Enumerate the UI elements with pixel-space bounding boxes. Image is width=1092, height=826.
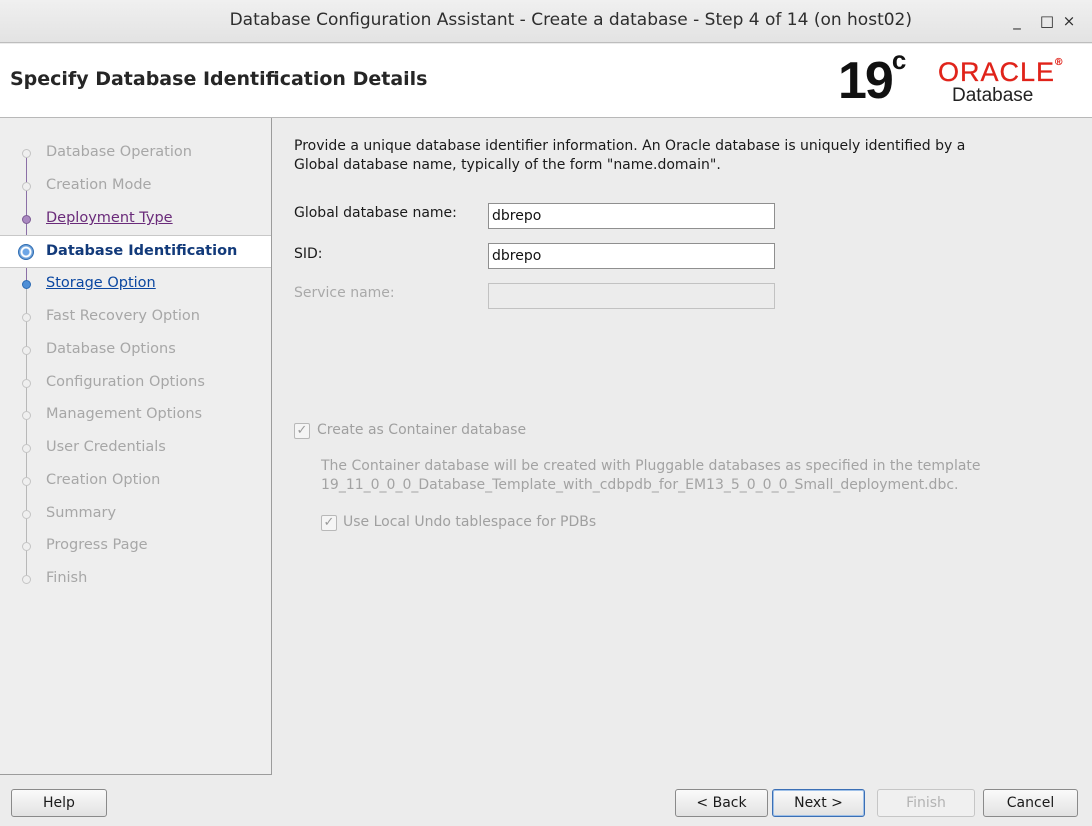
step-database-options: Database Options — [0, 334, 271, 366]
close-icon[interactable]: × — [1058, 10, 1080, 32]
cancel-button[interactable]: Cancel — [983, 789, 1078, 817]
step-label: User Credentials — [46, 439, 166, 455]
step-dot-icon — [22, 149, 31, 158]
step-deployment-type[interactable]: Deployment Type — [0, 203, 271, 235]
step-dot-icon — [22, 182, 31, 191]
step-dot-icon — [22, 346, 31, 355]
step-storage-option[interactable]: Storage Option — [0, 268, 271, 300]
local-undo-label[interactable]: Use Local Undo tablespace for PDBs — [343, 514, 596, 530]
window-titlebar: Database Configuration Assistant - Creat… — [0, 0, 1092, 43]
wizard-footer: Help < Back Next > Finish Cancel — [0, 775, 1092, 826]
step-dot-icon — [22, 411, 31, 420]
help-button[interactable]: Help — [11, 789, 107, 817]
logo-version: 19c — [838, 45, 906, 110]
step-label[interactable]: Storage Option — [46, 275, 156, 291]
main-content: Provide a unique database identifier inf… — [273, 118, 1092, 775]
intro-text: Provide a unique database identifier inf… — [294, 137, 1074, 175]
step-dot-icon — [22, 280, 31, 289]
global-db-name-label: Global database name: — [294, 205, 457, 221]
step-label: Configuration Options — [46, 374, 205, 390]
create-container-checkbox[interactable]: ✓ — [294, 423, 310, 439]
step-label: Progress Page — [46, 537, 148, 553]
step-label: Finish — [46, 570, 88, 586]
step-dot-icon — [22, 313, 31, 322]
step-label: Management Options — [46, 406, 203, 422]
page-header: Specify Database Identification Details … — [0, 44, 1092, 118]
step-finish: Finish — [0, 563, 271, 595]
step-progress-page: Progress Page — [0, 530, 271, 562]
sid-input[interactable] — [488, 243, 775, 269]
local-undo-checkbox[interactable]: ✓ — [321, 515, 337, 531]
step-label: Creation Mode — [46, 177, 152, 193]
service-name-input — [488, 283, 775, 309]
next-button[interactable]: Next > — [772, 789, 865, 817]
step-label: Fast Recovery Option — [46, 308, 200, 324]
global-db-name-input[interactable] — [488, 203, 775, 229]
container-note-line-1: The Container database will be created w… — [321, 458, 981, 474]
step-label: Database Options — [46, 341, 176, 357]
step-dot-icon — [22, 542, 31, 551]
step-creation-mode: Creation Mode — [0, 170, 271, 202]
step-creation-option: Creation Option — [0, 465, 271, 497]
step-dot-icon — [22, 575, 31, 584]
finish-button: Finish — [877, 789, 975, 817]
step-dot-icon — [22, 510, 31, 519]
container-note-line-2: 19_11_0_0_0_Database_Template_with_cdbpd… — [321, 477, 959, 493]
step-configuration-options: Configuration Options — [0, 367, 271, 399]
intro-line-1: Provide a unique database identifier inf… — [294, 138, 966, 154]
page-title: Specify Database Identification Details — [10, 68, 428, 90]
step-label: Summary — [46, 505, 117, 521]
step-label: Creation Option — [46, 472, 161, 488]
step-database-operation: Database Operation — [0, 137, 271, 169]
step-fast-recovery-option: Fast Recovery Option — [0, 301, 271, 333]
maximize-icon[interactable]: □ — [1036, 10, 1058, 32]
step-user-credentials: User Credentials — [0, 432, 271, 464]
oracle-19c-logo: 19c ORACLE® Database — [818, 45, 1078, 111]
step-management-options: Management Options — [0, 399, 271, 431]
minimize-icon[interactable]: _ — [1006, 10, 1028, 32]
logo-product: Database — [952, 85, 1034, 106]
step-dot-icon — [22, 379, 31, 388]
window-title: Database Configuration Assistant - Creat… — [229, 10, 912, 30]
intro-line-2: Global database name, typically of the f… — [294, 157, 721, 173]
step-label: Database Operation — [46, 144, 192, 160]
steps-sidebar: Database Operation Creation Mode Deploym… — [0, 118, 272, 775]
step-database-identification: Database Identification — [0, 235, 271, 268]
container-note: The Container database will be created w… — [321, 457, 1081, 495]
back-button[interactable]: < Back — [675, 789, 768, 817]
step-dot-icon — [22, 477, 31, 486]
step-summary: Summary — [0, 498, 271, 530]
sid-label: SID: — [294, 246, 323, 262]
step-label[interactable]: Deployment Type — [46, 210, 173, 226]
step-label: Database Identification — [46, 243, 238, 259]
service-name-label: Service name: — [294, 285, 395, 301]
step-dot-icon — [22, 215, 31, 224]
logo-brand: ORACLE® — [938, 57, 1064, 87]
step-dot-icon — [22, 444, 31, 453]
create-container-label[interactable]: Create as Container database — [317, 422, 526, 438]
step-current-icon — [18, 244, 34, 260]
